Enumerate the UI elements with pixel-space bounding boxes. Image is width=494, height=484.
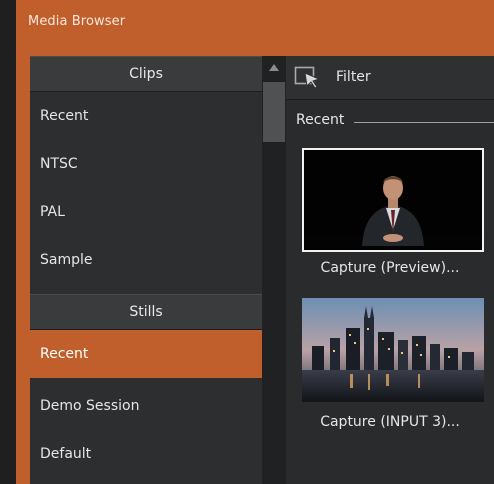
browser-content: Clips Recent NTSC PAL Sample Stills Rece… — [30, 56, 494, 484]
list-item-stills-recent[interactable]: Recent — [30, 330, 262, 378]
thumbnail-caption-2: Capture (INPUT 3)... — [320, 414, 460, 430]
list-scrollbar[interactable] — [262, 56, 286, 484]
media-browser-window: Media Browser Clips Recent NTSC PAL Samp… — [16, 0, 494, 484]
group-divider — [354, 122, 494, 123]
scroll-up-arrow-icon[interactable] — [269, 64, 279, 71]
anchor-image — [304, 150, 482, 250]
section-header-clips: Clips — [30, 56, 262, 92]
category-list: Clips Recent NTSC PAL Sample Stills Rece… — [30, 56, 262, 484]
title-bar: Media Browser — [16, 0, 494, 44]
list-item-stills-default[interactable]: Default — [30, 430, 262, 478]
window-title: Media Browser — [28, 14, 126, 29]
list-item-clips-sample[interactable]: Sample — [30, 236, 262, 284]
media-pane: Filter Recent Capture (Preview)... Captu… — [286, 56, 494, 484]
list-item-clips-recent[interactable]: Recent — [30, 92, 262, 140]
thumbnail-input3-capture[interactable] — [302, 298, 484, 402]
group-label-recent: Recent — [296, 112, 345, 128]
section-header-stills: Stills — [30, 294, 262, 330]
scroll-thumb[interactable] — [263, 82, 285, 142]
list-item-clips-pal[interactable]: PAL — [30, 188, 262, 236]
list-item-stills-demo-session[interactable]: Demo Session — [30, 382, 262, 430]
filter-bar: Filter — [286, 56, 494, 100]
list-item-clips-ntsc[interactable]: NTSC — [30, 140, 262, 188]
skyline-image — [302, 298, 484, 402]
filter-label[interactable]: Filter — [336, 69, 371, 85]
thumbnail-caption-1: Capture (Preview)... — [320, 260, 460, 276]
filter-pointer-icon[interactable] — [294, 66, 322, 90]
thumbnail-preview-capture[interactable] — [302, 148, 484, 252]
